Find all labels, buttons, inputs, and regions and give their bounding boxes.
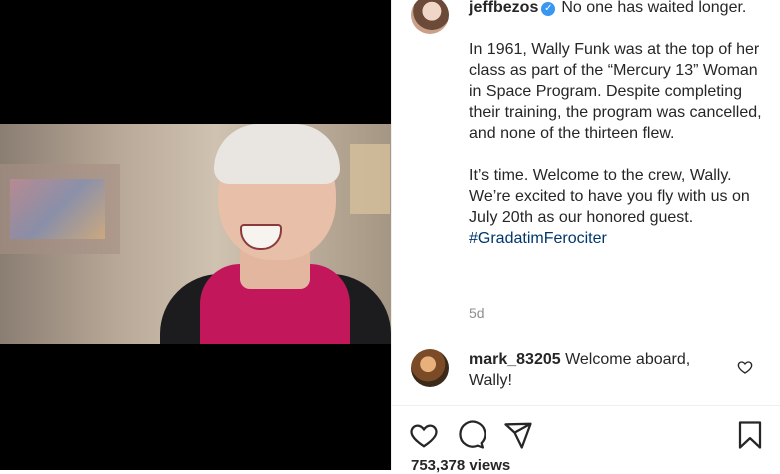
post-caption: jeffbezos ✓ No one has waited longer. In 1…: [469, 0, 764, 249]
caption-paragraph: It’s time. Welcome to the crew, Wally. W…: [469, 167, 750, 226]
caption-first-line: No one has waited longer.: [561, 0, 747, 16]
author-avatar[interactable]: [411, 0, 449, 34]
post-sidebar: jeffbezos ✓ No one has waited longer. In 1…: [392, 0, 780, 474]
video-frame[interactable]: [0, 124, 391, 344]
bookmark-icon[interactable]: [735, 420, 765, 450]
comment-like-heart-icon[interactable]: [737, 359, 753, 375]
background-artwork: [10, 179, 105, 239]
person-hair: [214, 124, 340, 184]
author-username[interactable]: jeffbezos: [469, 0, 538, 16]
commenter-avatar[interactable]: [411, 349, 449, 387]
background-frame: [350, 144, 390, 214]
paper-plane-icon[interactable]: [503, 420, 533, 450]
commenter-username[interactable]: mark_83205: [469, 351, 561, 368]
view-count[interactable]: 753,378 views: [411, 457, 510, 474]
hashtag-link[interactable]: #GradatimFerociter: [469, 230, 607, 247]
caption-paragraph: In 1961, Wally Funk was at the top of he…: [469, 41, 762, 142]
verified-badge-icon: ✓: [541, 2, 556, 16]
post-media[interactable]: [0, 0, 391, 470]
comment-item: mark_83205 Welcome aboard, Wally!: [469, 349, 729, 391]
heart-icon[interactable]: [409, 420, 439, 450]
post-age[interactable]: 5d: [469, 305, 485, 321]
actions-divider: [392, 405, 780, 406]
comment-bubble-icon[interactable]: [456, 420, 486, 450]
